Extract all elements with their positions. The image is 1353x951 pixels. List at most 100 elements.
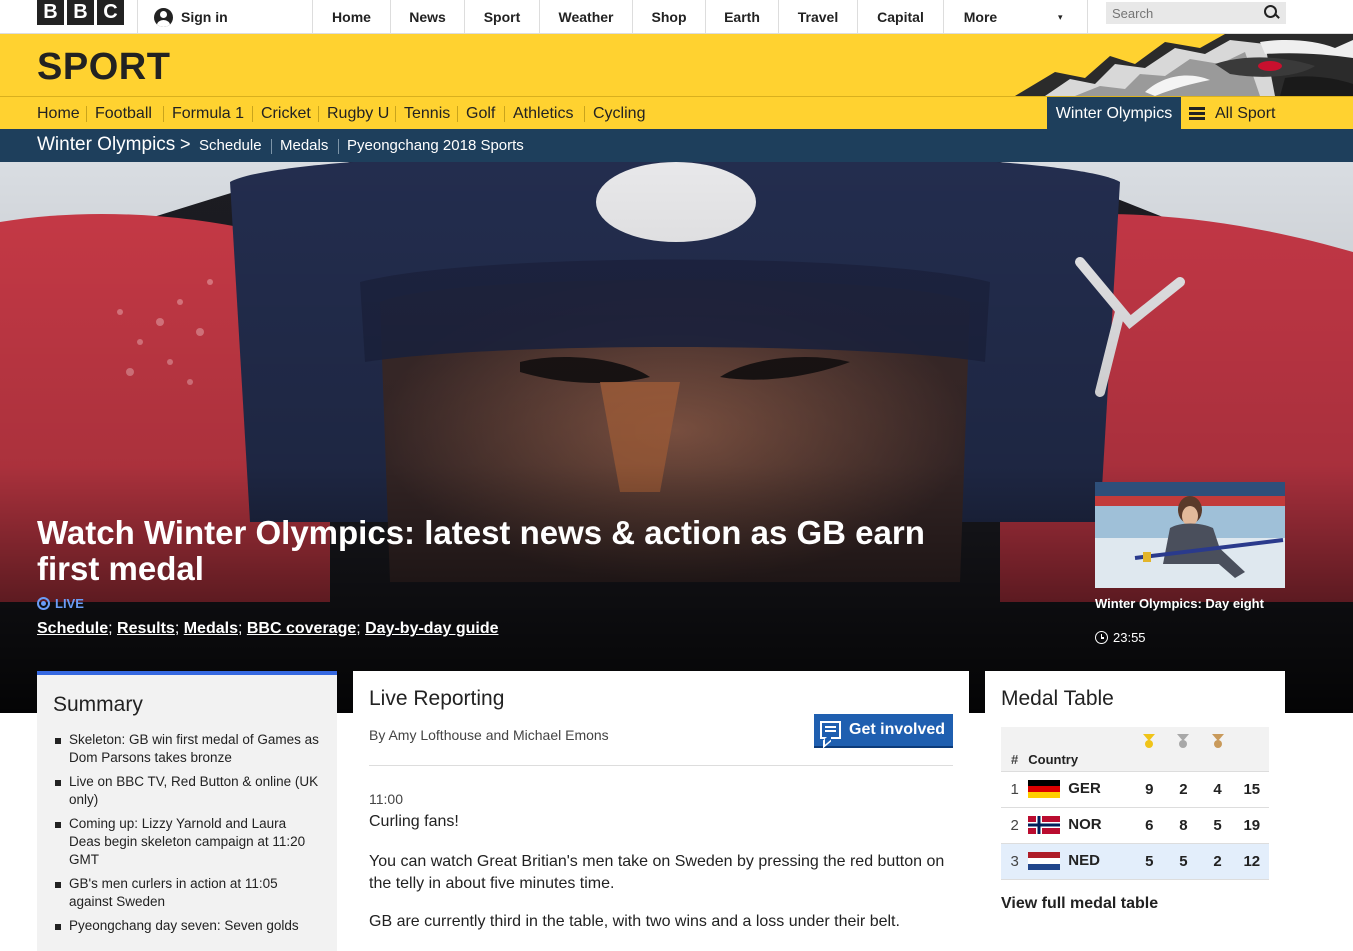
clock-icon (1095, 631, 1108, 644)
chevron-down-icon[interactable]: ▾ (1058, 12, 1068, 22)
sport-nav-rugby-union[interactable]: Rugby U (327, 97, 389, 130)
all-sport-label: All Sport (1215, 104, 1276, 122)
bronze-header (1200, 727, 1235, 772)
gold-medal-icon (1143, 734, 1156, 750)
section-link-medals[interactable]: Medals (280, 137, 328, 154)
rank-cell: 3 (1001, 843, 1029, 880)
medal-table-header: # Country (1001, 727, 1269, 772)
separator: ; (174, 620, 184, 637)
live-reporting-title: Live Reporting (369, 687, 505, 710)
hero-link-bbc-coverage[interactable]: BBC coverage (247, 620, 356, 637)
video-title[interactable]: Winter Olympics: Day eight (1095, 596, 1264, 611)
header-artwork (1015, 34, 1353, 96)
sport-nav-formula-1[interactable]: Formula 1 (172, 97, 244, 130)
separator: ; (356, 620, 366, 637)
summary-panel: Summary Skeleton: GB win first medal of … (37, 671, 337, 951)
bronze-count: 2 (1200, 843, 1235, 880)
summary-item[interactable]: GB's men curlers in action at 11:05 agai… (53, 875, 321, 911)
divider (584, 106, 585, 122)
total-count: 15 (1234, 771, 1269, 808)
separator: ; (108, 620, 118, 637)
post-paragraph: You can watch Great Britian's men take o… (369, 853, 945, 892)
summary-item[interactable]: Live on BBC TV, Red Button & online (UK … (53, 773, 321, 809)
country-cell: NED (1028, 843, 1133, 880)
sport-header: SPORT (0, 34, 1353, 96)
hero-link-schedule[interactable]: Schedule (37, 620, 108, 637)
separator: ; (237, 620, 247, 637)
sport-nav-cycling[interactable]: Cycling (593, 97, 645, 130)
hero-title[interactable]: Watch Winter Olympics: latest news & act… (37, 515, 987, 587)
rank-cell: 2 (1001, 807, 1029, 844)
country-cell: GER (1028, 771, 1133, 808)
global-nav-home[interactable]: Home (313, 0, 391, 34)
summary-list: Skeleton: GB win first medal of Games as… (53, 731, 321, 935)
summary-item[interactable]: Pyeongchang day seven: Seven golds (53, 917, 321, 935)
silver-count: 8 (1166, 807, 1201, 844)
hero-link-results[interactable]: Results (117, 620, 175, 637)
sport-nav-golf[interactable]: Golf (466, 97, 495, 130)
rank-header: # (1001, 727, 1029, 772)
global-nav: Home News Sport Weather Shop Earth Trave… (313, 0, 1017, 34)
video-thumbnail[interactable] (1095, 482, 1285, 588)
get-involved-button[interactable]: Get involved (814, 714, 953, 748)
menu-icon (1189, 107, 1205, 120)
sport-title[interactable]: SPORT (37, 46, 170, 89)
view-full-medal-table-link[interactable]: View full medal table (1001, 895, 1158, 913)
country-code: GER (1068, 779, 1101, 797)
summary-item[interactable]: Coming up: Lizzy Yarnold and Laura Deas … (53, 815, 321, 869)
bbc-logo-letter: C (97, 0, 124, 25)
gold-count: 5 (1132, 843, 1167, 880)
sport-nav: Home Football Formula 1 Cricket Rugby U … (0, 96, 1353, 130)
global-nav-capital[interactable]: Capital (858, 0, 944, 34)
all-sport-button[interactable]: All Sport (1181, 97, 1285, 130)
divider (271, 139, 272, 154)
global-nav-travel[interactable]: Travel (779, 0, 858, 34)
hero-links: Schedule; Results; Medals; BBC coverage;… (37, 620, 498, 638)
winter-olympics-nav: Winter Olympics > Schedule Medals Pyeong… (0, 129, 1353, 162)
live-label: LIVE (55, 596, 84, 611)
sport-nav-cricket[interactable]: Cricket (261, 97, 311, 130)
user-icon (154, 7, 173, 27)
comment-icon (820, 721, 841, 739)
sport-nav-tennis[interactable]: Tennis (404, 97, 450, 130)
global-nav-more[interactable]: More (944, 0, 1017, 34)
section-title[interactable]: Winter Olympics (37, 134, 175, 156)
global-nav-earth[interactable]: Earth (706, 0, 779, 34)
global-nav-weather[interactable]: Weather (540, 0, 633, 34)
section-link-sports[interactable]: Pyeongchang 2018 Sports (347, 137, 524, 154)
sign-in-link[interactable]: Sign in (137, 0, 313, 34)
search-input[interactable] (1106, 2, 1258, 24)
hero-link-medals[interactable]: Medals (184, 620, 238, 637)
sport-nav-home[interactable]: Home (37, 97, 80, 130)
summary-item[interactable]: Skeleton: GB win first medal of Games as… (53, 731, 321, 767)
hero-banner[interactable]: Watch Winter Olympics: latest news & act… (0, 162, 1353, 713)
global-nav-sport[interactable]: Sport (465, 0, 540, 34)
sport-nav-football[interactable]: Football (95, 97, 152, 130)
silver-count: 5 (1166, 843, 1201, 880)
global-nav-news[interactable]: News (391, 0, 465, 34)
total-count: 12 (1234, 843, 1269, 880)
global-nav-shop[interactable]: Shop (633, 0, 706, 34)
country-code: NOR (1068, 815, 1102, 833)
divider (395, 106, 396, 122)
gold-header (1132, 727, 1167, 772)
table-row[interactable]: 1 GER 9 2 4 15 (1001, 771, 1269, 808)
sport-nav-winter-olympics[interactable]: Winter Olympics (1047, 97, 1181, 130)
country-cell: NOR (1028, 807, 1133, 844)
post-headline: Curling fans! (369, 813, 459, 830)
germany-flag-icon (1028, 780, 1061, 799)
section-link-schedule[interactable]: Schedule (199, 137, 262, 154)
country-header: Country (1028, 727, 1133, 772)
hero-link-day-by-day-guide[interactable]: Day-by-day guide (365, 620, 498, 637)
table-row[interactable]: 2 NOR 6 8 5 19 (1001, 807, 1269, 844)
table-row[interactable]: 3 NED 5 5 2 12 (1001, 843, 1269, 880)
live-badge: LIVE (37, 596, 84, 611)
byline: By Amy Lofthouse and Michael Emons (369, 727, 609, 743)
live-icon (37, 597, 50, 610)
search-icon[interactable] (1258, 2, 1286, 24)
bbc-logo[interactable]: B B C (37, 0, 124, 25)
netherlands-flag-icon (1028, 852, 1061, 871)
post-paragraph: GB are currently third in the table, wit… (369, 913, 900, 930)
sport-nav-athletics[interactable]: Athletics (513, 97, 573, 130)
divider (252, 106, 253, 122)
